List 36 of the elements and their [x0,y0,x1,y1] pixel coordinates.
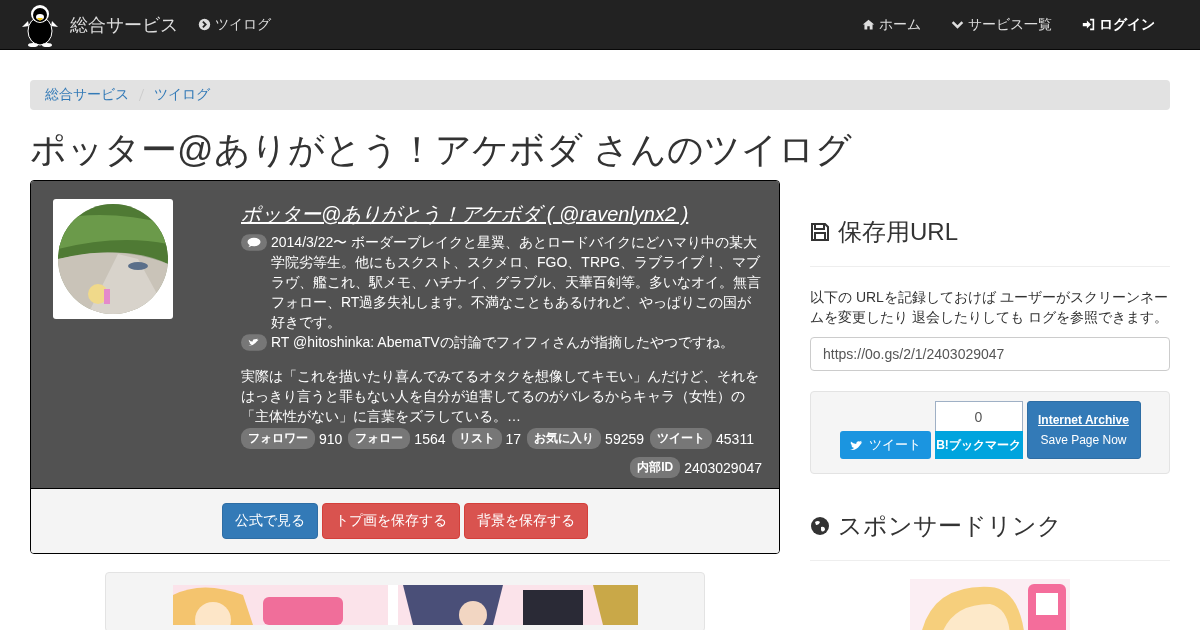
profile-name-link[interactable]: ポッター@ありがとう！アケボダ ( @ravenlynx2 ) [241,201,764,228]
page-title: ポッター@ありがとう！アケボダ さんのツイログ [30,128,853,172]
save-page-now-text: Save Page Now [1040,433,1127,447]
stat-value: 1564 [414,430,446,447]
action-button[interactable]: 背景を保存する [464,503,588,539]
archive-link[interactable]: Internet Archive [1038,413,1129,427]
nav-menu-link[interactable]: ホーム [847,15,936,34]
bookmark-button[interactable]: B!ブックマーク [934,431,1023,459]
url-field[interactable]: https://0o.gs/2/1/2403029047 [810,337,1170,371]
stat-label: リスト [451,428,502,449]
twilog-link[interactable]: ツイログ [198,15,271,34]
stat-label: ツイート [650,428,713,449]
tweet-button[interactable]: ツイート [839,431,931,459]
stat-value: 45311 [716,430,754,447]
stat-label: お気に入り [527,428,602,449]
nav-menu-link[interactable]: ログイン [1067,15,1170,34]
stat-value: 59259 [605,430,645,447]
internal-id-value: 2403029047 [684,459,762,476]
sponsored-title: スポンサードリンク [838,511,1062,541]
brand-link[interactable]: 総合サービス [70,12,178,37]
nav-menu-link[interactable]: サービス一覧 [936,15,1067,34]
save-url-title: 保存用URL [838,217,958,247]
stat-label: フォロー [348,428,411,449]
breadcrumb-link[interactable]: 総合サービス [45,86,129,104]
breadcrumb-link[interactable]: ツイログ [154,86,210,104]
save-url-description: 以下の URLを記録しておけば ユーザーがスクリーンネームを変更したり 退会したりしても ログを参照できます。 [810,288,1169,327]
internal-id-label: 内部ID [630,457,681,478]
tweet-continuation: 実際は「これを描いたり喜んでみてるオタクを想像してキモい」んだけど、それをはっきり言うと罪もない人を自分が迫害してるのがバレるからキャラ（女性）の「主体性がない」に言葉をズラしている。… [241,367,760,426]
profile-bio: 2014/3/22〜 ボーダーブレイクと星翼、あとロードバイクにどハマり中の某大学院劣等生。他にもスクスト、スクメロ、FGO、TRPG、ラブライブ！、マブラヴ、艦これ、駅メモ、ハチナイ、グラブル、天華百剣等。多いなオイ。無言フォロー、RT過多失礼します。不満なこともあるけれど、やっぱりこの国が好きです。 [271,233,762,332]
stat-label: フォロワー [241,428,315,449]
stat-value: 17 [505,430,522,447]
action-button[interactable]: トプ画を保存する [322,503,460,539]
stat-value: 910 [319,430,343,447]
latest-tweet: RT @hitoshinka: AbemaTVの討論でフィフィさんが指摘したやつですね。 [271,333,734,352]
bookmark-count: 0 [934,401,1023,431]
action-button[interactable]: 公式で見る [222,503,318,539]
